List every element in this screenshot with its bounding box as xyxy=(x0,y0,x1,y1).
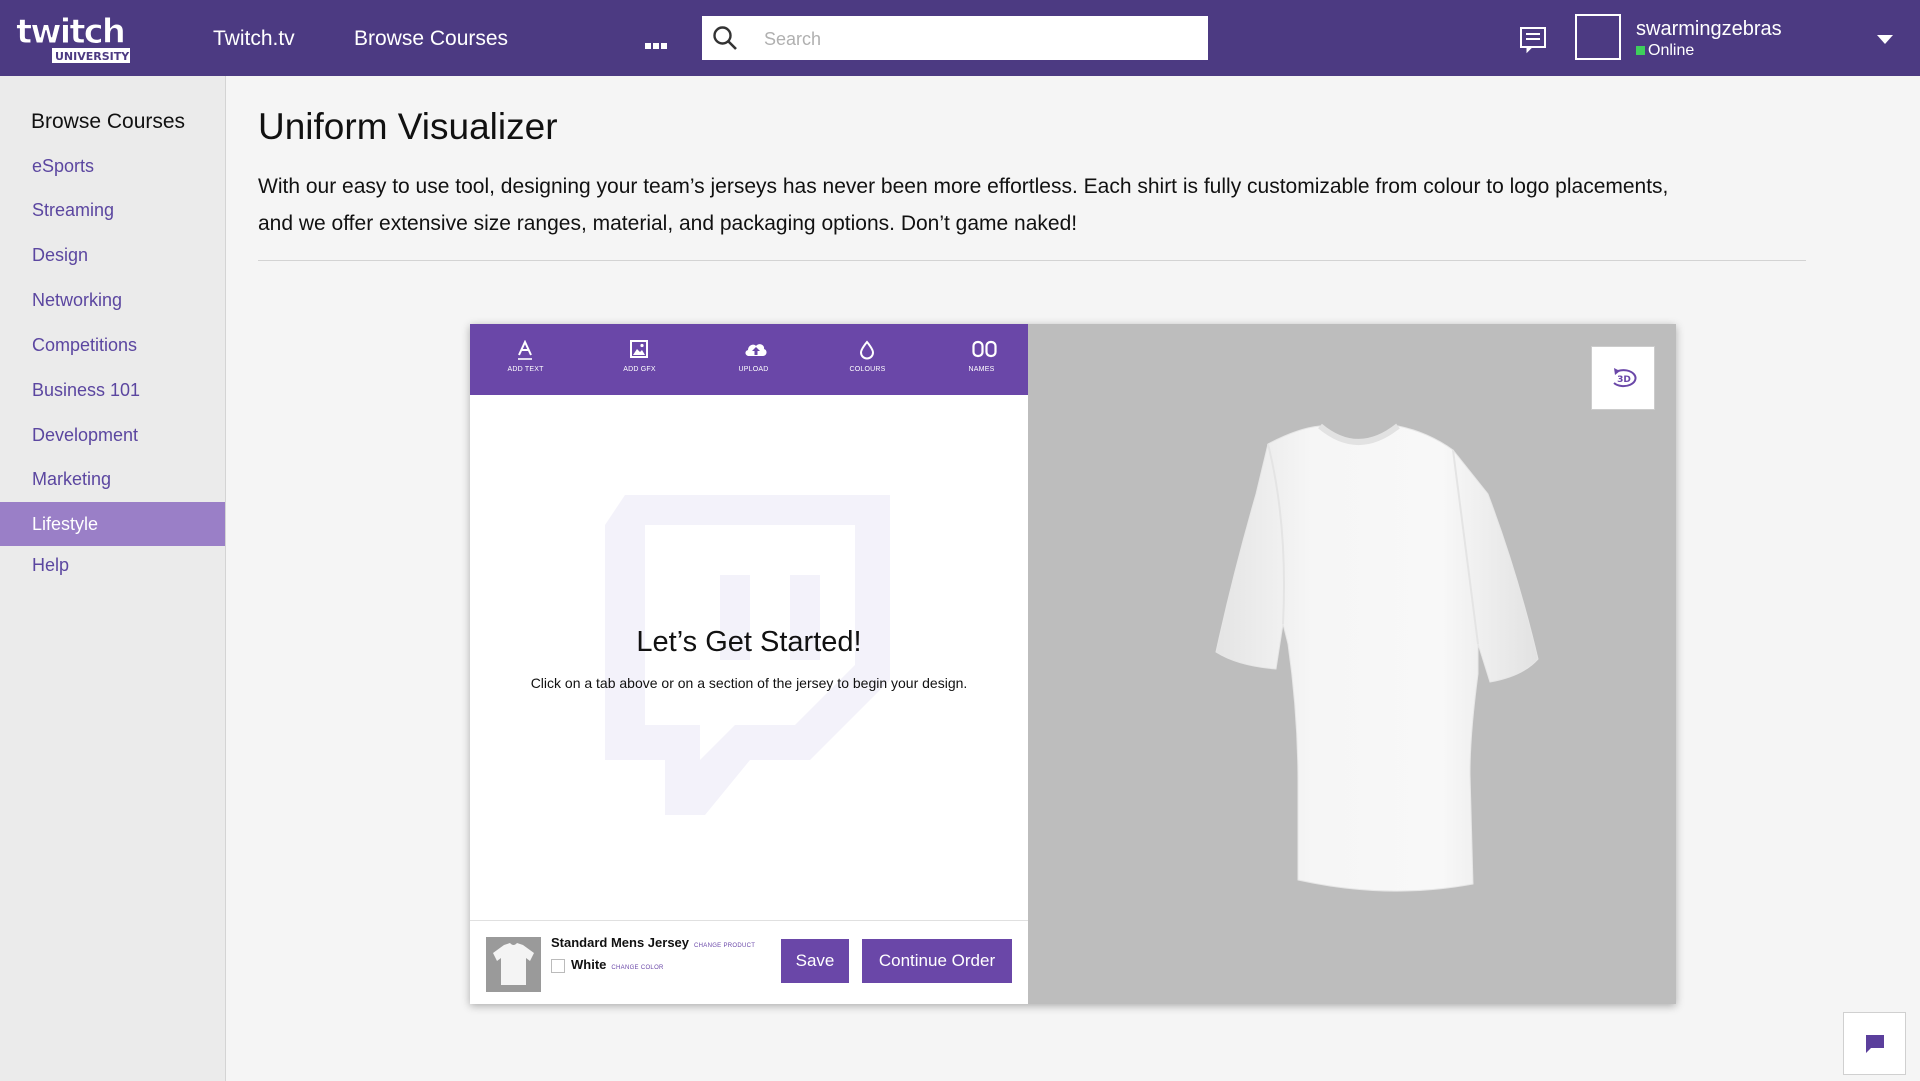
droplet-icon xyxy=(859,340,875,360)
tab-label: ADD TEXT xyxy=(507,366,544,373)
username[interactable]: swarmingzebras xyxy=(1636,18,1782,41)
intro-text: With our easy to use tool, designing you… xyxy=(258,175,1669,235)
page-title: Uniform Visualizer xyxy=(258,106,558,147)
status-label: Online xyxy=(1648,42,1695,59)
cloud-upload-icon xyxy=(745,344,767,356)
nav-link-twitch-tv[interactable]: Twitch.tv xyxy=(213,27,295,51)
user-status: Online xyxy=(1636,42,1694,60)
image-icon xyxy=(630,340,648,358)
sidebar-title: Browse Courses xyxy=(31,110,186,133)
continue-order-button[interactable]: Continue Order xyxy=(862,939,1012,983)
sidebar: Browse Courses eSports Streaming Design … xyxy=(0,76,226,1081)
product-bar: Standard Mens Jersey CHANGE PRODUCT White… xyxy=(470,920,1028,1004)
sidebar-item-help[interactable]: Help xyxy=(0,543,225,587)
tab-add-gfx[interactable]: ADD GFX xyxy=(584,324,695,395)
online-status-icon xyxy=(1636,46,1645,55)
twitch-glitch-watermark-icon xyxy=(605,495,890,815)
tab-names[interactable]: NAMES xyxy=(926,324,1037,395)
sidebar-item-marketing[interactable]: Marketing xyxy=(0,457,225,501)
tool-tabs: ADD TEXT ADD GFX UPLOAD COLOURS NAMES xyxy=(470,324,1028,395)
sidebar-item-design[interactable]: Design xyxy=(0,233,225,277)
rotate-3d-icon: 3D xyxy=(1613,368,1637,388)
tab-label: NAMES xyxy=(968,366,995,373)
sidebar-item-competitions[interactable]: Competitions xyxy=(0,323,225,367)
chevron-down-icon[interactable] xyxy=(1876,33,1894,45)
tab-label: COLOURS xyxy=(849,366,886,373)
numbers-icon xyxy=(972,340,997,358)
uniform-visualizer: ADD TEXT ADD GFX UPLOAD COLOURS NAMES Le… xyxy=(470,324,1676,1004)
start-title: Let’s Get Started! xyxy=(636,626,862,658)
tab-label: ADD GFX xyxy=(623,366,656,373)
product-name-row: Standard Mens Jersey CHANGE PRODUCT xyxy=(551,935,755,950)
chat-button[interactable] xyxy=(1843,1012,1906,1075)
change-product-link[interactable]: CHANGE PRODUCT xyxy=(694,943,755,949)
search-input[interactable] xyxy=(762,16,1196,62)
chat-bubble-icon xyxy=(1866,1035,1884,1053)
sidebar-item-development[interactable]: Development xyxy=(0,413,225,457)
sidebar-item-streaming[interactable]: Streaming xyxy=(0,188,225,232)
nav-link-browse-courses[interactable]: Browse Courses xyxy=(354,27,508,51)
sidebar-item-esports[interactable]: eSports xyxy=(0,144,225,188)
tab-colours[interactable]: COLOURS xyxy=(812,324,923,395)
product-name: Standard Mens Jersey xyxy=(551,935,690,950)
more-menu-icon[interactable] xyxy=(645,36,669,49)
text-icon xyxy=(518,340,532,360)
twitch-university-logo[interactable]: twitch UNIVERSITY xyxy=(14,11,132,65)
svg-text:twitch: twitch xyxy=(16,12,124,52)
jersey-shirt[interactable] xyxy=(1138,414,1558,914)
change-color-link[interactable]: CHANGE COLOR xyxy=(611,965,663,971)
save-button[interactable]: Save xyxy=(781,939,849,983)
jersey-preview[interactable] xyxy=(1028,324,1676,1004)
sidebar-item-lifestyle[interactable]: Lifestyle xyxy=(0,502,225,546)
color-swatch[interactable] xyxy=(551,958,565,973)
sidebar-item-business-101[interactable]: Business 101 xyxy=(0,368,225,412)
tab-add-text[interactable]: ADD TEXT xyxy=(470,324,581,395)
avatar[interactable] xyxy=(1575,14,1621,60)
tab-upload[interactable]: UPLOAD xyxy=(698,324,809,395)
start-instructions: Click on a tab above or on a section of … xyxy=(530,675,968,691)
product-thumbnail[interactable] xyxy=(486,937,541,992)
svg-text:UNIVERSITY: UNIVERSITY xyxy=(55,50,130,63)
product-color-row: White CHANGE COLOR xyxy=(551,957,664,973)
sidebar-item-networking[interactable]: Networking xyxy=(0,278,225,322)
divider xyxy=(258,260,1806,261)
tab-label: UPLOAD xyxy=(738,366,769,373)
product-color: White xyxy=(571,957,607,972)
search-box[interactable] xyxy=(702,16,1208,62)
top-nav-bar: twitch UNIVERSITY Twitch.tv Browse Cours… xyxy=(0,0,1920,76)
view-3d-button[interactable]: 3D xyxy=(1591,346,1655,410)
messages-icon[interactable] xyxy=(1518,24,1548,54)
search-icon xyxy=(713,26,737,50)
shirt-thumbnail-icon xyxy=(493,943,534,985)
view-3d-label: 3D xyxy=(1617,375,1631,385)
design-canvas[interactable]: Let’s Get Started! Click on a tab above … xyxy=(470,395,1028,929)
